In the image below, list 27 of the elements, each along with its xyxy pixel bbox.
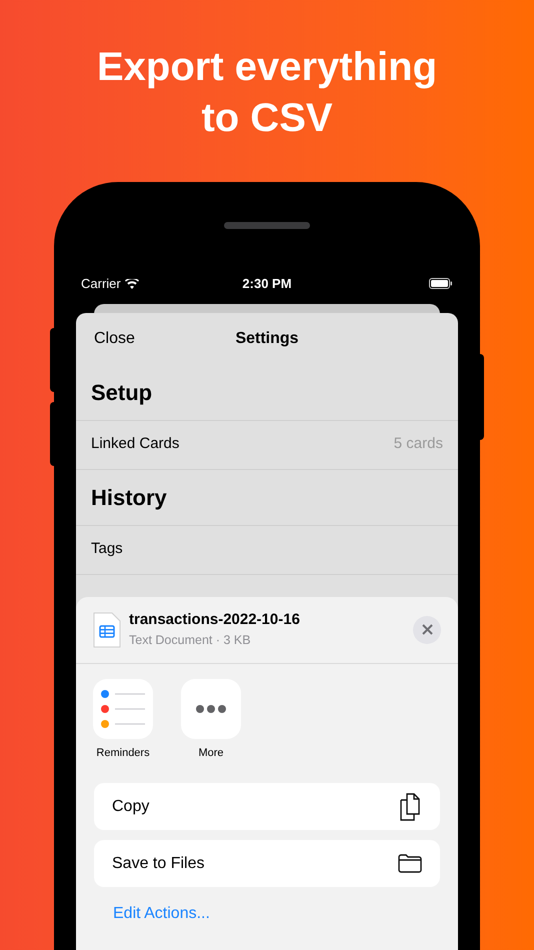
row-value: 5 cards (394, 434, 443, 454)
file-info: Text Document · 3 KB (129, 632, 252, 650)
spreadsheet-file-icon (93, 612, 121, 648)
close-button[interactable] (413, 616, 441, 644)
copy-icon (400, 792, 422, 820)
file-name: transactions-2022-10-16 (129, 610, 301, 630)
settings-row[interactable]: Tags (76, 526, 458, 574)
reminders-icon[interactable] (93, 678, 153, 738)
action-row[interactable]: Copy (94, 783, 440, 830)
close-button[interactable]: Close (94, 326, 135, 350)
folder-icon (398, 854, 422, 873)
action-row[interactable]: Save to Files (94, 840, 440, 887)
section-header: Setup (91, 378, 152, 407)
battery-icon (428, 278, 453, 290)
section-header: History (91, 484, 167, 512)
app-label: Reminders (96, 746, 150, 760)
wifi-icon (124, 278, 139, 289)
settings-title: Settings (235, 328, 299, 348)
settings-row[interactable]: Linked Cards 5 cards (76, 420, 458, 470)
carrier-label: Carrier (81, 275, 121, 293)
row-label: Linked Cards (91, 434, 180, 454)
app-label: More (198, 746, 224, 760)
status-time: 2:30 PM (242, 275, 292, 293)
row-label: Tags (91, 539, 123, 560)
close-icon (422, 624, 432, 635)
headline: Export everything to CSV (96, 44, 438, 142)
more-icon[interactable] (181, 678, 241, 738)
